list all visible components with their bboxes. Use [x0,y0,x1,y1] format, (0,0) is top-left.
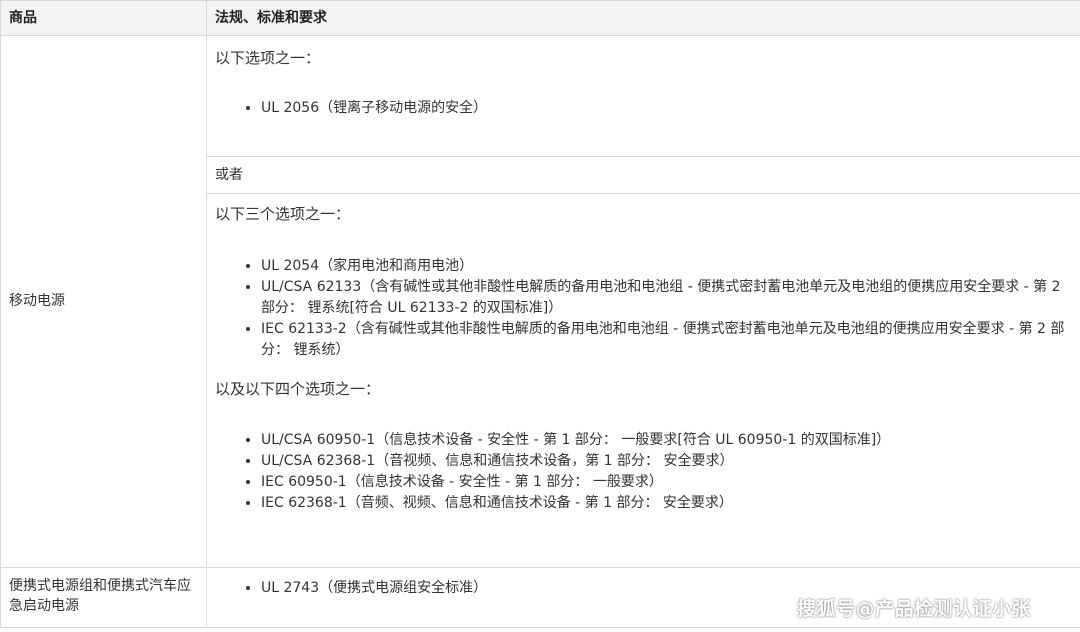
list-item: UL/CSA 62368-1（音视频、信息和通信技术设备，第 1 部分： 安全要… [261,451,1072,472]
option2-intro: 以下三个选项之一： [215,205,351,223]
list-item: UL 2056（锂离子移动电源的安全） [261,98,1072,119]
option3-list: UL/CSA 60950-1（信息技术设备 - 安全性 - 第 1 部分： 一般… [215,430,1072,514]
or-cell: 或者 [206,156,1080,194]
table-header-row: 商品 法规、标准和要求 [0,0,1080,36]
list-item: UL/CSA 60950-1（信息技术设备 - 安全性 - 第 1 部分： 一般… [261,430,1072,451]
watermark: 搜狐号@产品检测认证小张 [797,598,1032,620]
option2-list: UL 2054（家用电池和商用电池） UL/CSA 62133（含有碱性或其他非… [215,256,1072,361]
header-product: 商品 [0,0,207,36]
list-item: IEC 62368-1（音频、视频、信息和通信技术设备 - 第 1 部分： 安全… [261,493,1072,514]
table-row: 移动电源 以下选项之一： UL 2056（锂离子移动电源的安全） [0,35,1080,568]
option3-intro: 以及以下四个选项之一： [215,380,381,398]
header-standards: 法规、标准和要求 [206,0,1080,36]
option2-cell: 以下三个选项之一： UL 2054（家用电池和商用电池） UL/CSA 6213… [206,193,1080,568]
product-power-bank: 移动电源 [0,35,207,568]
list-item: IEC 62133-2（含有碱性或其他非酸性电解质的备用电池和电池组 - 便携式… [261,319,1072,361]
list-item: UL/CSA 62133（含有碱性或其他非酸性电解质的备用电池和电池组 - 便携… [261,277,1072,319]
list-item: UL 2054（家用电池和商用电池） [261,256,1072,277]
option1-cell: 以下选项之一： UL 2056（锂离子移动电源的安全） [206,35,1080,157]
list-item: IEC 60950-1（信息技术设备 - 安全性 - 第 1 部分： 一般要求） [261,472,1072,493]
product-portable-pack: 便携式电源组和便携式汽车应急启动电源 [0,567,207,628]
option1-intro: 以下选项之一： [215,49,321,67]
option1-list: UL 2056（锂离子移动电源的安全） [215,98,1072,119]
standards-table: 商品 法规、标准和要求 移动电源 以下选项之一： UL 2056（锂离子移动电源… [0,0,1080,628]
